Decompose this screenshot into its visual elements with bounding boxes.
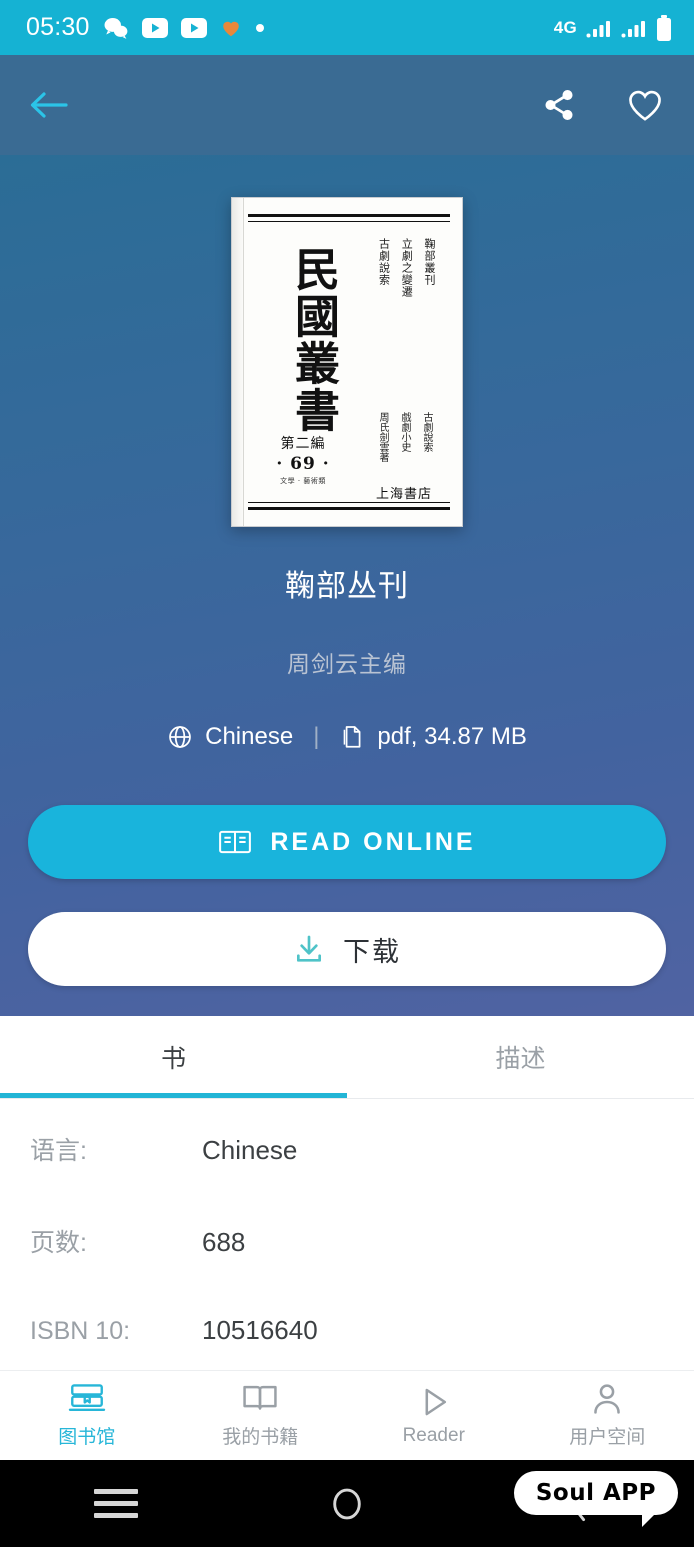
detail-key: ISBN 10: <box>30 1317 131 1345</box>
bottom-nav-user-space-label: 用户空间 <box>569 1427 646 1448</box>
bottom-nav-reader[interactable]: Reader <box>347 1385 521 1447</box>
bottom-nav-library[interactable]: 图书馆 <box>0 1382 174 1449</box>
open-book-icon <box>241 1382 279 1416</box>
cover-side-line: 鞠部叢刊 <box>423 238 436 286</box>
detail-value: 688 <box>202 1227 246 1257</box>
android-home-button[interactable] <box>231 1485 462 1523</box>
detail-row: 页数: 688 <box>30 1191 664 1283</box>
network-type: 4G <box>553 17 577 37</box>
cover-volume-category: 文學 · 藝術類 <box>280 477 326 485</box>
read-online-label: READ ONLINE <box>270 827 476 856</box>
book-meta-row: Chinese | pdf, 34.87 MB <box>0 723 694 751</box>
cover-side-line: 古劇說索 <box>377 238 391 286</box>
book-language: Chinese <box>167 723 293 751</box>
cover-publisher: 上海書店 <box>375 487 432 502</box>
detail-key: 页数: <box>30 1229 87 1257</box>
signal-icon <box>586 18 612 38</box>
heart-icon <box>220 17 242 39</box>
detail-row: ISBN 10: 10516640 <box>30 1283 664 1370</box>
globe-icon <box>167 724 193 750</box>
signal-icon <box>621 18 647 38</box>
book-details-list: 语言: Chinese 页数: 688 ISBN 10: 10516640 <box>0 1099 694 1370</box>
tab-book-label: 书 <box>160 1045 186 1073</box>
book-format: pdf, 34.87 MB <box>339 723 527 751</box>
detail-key: 语言: <box>30 1137 87 1165</box>
cover-rule-top-thin <box>248 221 450 222</box>
book-language-label: Chinese <box>205 723 294 750</box>
cover-rule-bottom-thin <box>248 502 450 503</box>
book-cover-container: 民國叢書 鞠部叢刊 立劇之變遷 古劇說索 古劇說索 戲劇小史 周氏劍雲著 上海書… <box>0 155 694 527</box>
book-author: 周剑云主编 <box>287 651 407 677</box>
tab-description[interactable]: 描述 <box>347 1016 694 1098</box>
cover-author-text: 古劇說索 戲劇小史 周氏劍雲著 <box>376 412 432 462</box>
cover-volume: 第二編 · 69 · 文學 · 藝術類 <box>266 433 340 486</box>
status-bar: 05:30 4G <box>0 0 694 55</box>
detail-row: 语言: Chinese <box>30 1099 664 1191</box>
play-triangle-icon <box>416 1385 452 1419</box>
cover-main-title: 民國叢書 <box>287 246 340 434</box>
book-hero: 民國叢書 鞠部叢刊 立劇之變遷 古劇說索 古劇說索 戲劇小史 周氏劍雲著 上海書… <box>0 155 694 1016</box>
soul-app-bubble[interactable]: Soul APP <box>513 1471 678 1527</box>
cover-spine <box>232 198 244 526</box>
bottom-nav-my-books-label: 我的书籍 <box>222 1427 299 1448</box>
app-bar-actions <box>542 88 664 122</box>
detail-value: 10516640 <box>202 1315 318 1345</box>
share-icon[interactable] <box>542 88 576 122</box>
cover-side-text: 鞠部叢刊 立劇之變遷 古劇說索 <box>377 238 437 298</box>
action-buttons: READ ONLINE 下载 <box>0 805 694 986</box>
android-recents-button[interactable] <box>0 1482 231 1525</box>
download-button[interactable]: 下载 <box>28 912 666 986</box>
favorite-heart-icon[interactable] <box>626 88 664 122</box>
cover-volume-series: 第二編 <box>280 436 326 452</box>
meta-separator: | <box>313 723 320 750</box>
library-books-icon <box>67 1382 107 1416</box>
video-icon <box>141 17 168 38</box>
bottom-navigation: 图书馆 我的书籍 Reader 用户空间 <box>0 1370 694 1460</box>
tab-book[interactable]: 书 <box>0 1016 347 1098</box>
book-format-label: pdf, 34.87 MB <box>377 723 527 750</box>
cover-author-line: 周氏劍雲著 <box>377 412 388 462</box>
read-online-button[interactable]: READ ONLINE <box>28 805 666 879</box>
book-title: 鞠部丛刊 <box>285 570 409 603</box>
wechat-icon <box>103 15 129 41</box>
video-icon <box>180 17 207 38</box>
download-label: 下载 <box>343 936 401 967</box>
bottom-nav-my-books[interactable]: 我的书籍 <box>174 1382 348 1449</box>
cover-author-line: 古劇說索 <box>421 412 432 452</box>
book-cover-image: 民國叢書 鞠部叢刊 立劇之變遷 古劇說索 古劇說索 戲劇小史 周氏劍雲著 上海書… <box>231 197 463 527</box>
bottom-nav-reader-label: Reader <box>402 1424 465 1446</box>
app-bar <box>0 55 694 155</box>
detail-value: Chinese <box>202 1135 298 1165</box>
phone-screen: 05:30 4G 民國叢書 鞠部叢刊 立劇之變遷 古劇說索 古劇說索 戲劇小史 … <box>0 0 694 1547</box>
person-icon <box>590 1382 624 1416</box>
bottom-nav-library-label: 图书馆 <box>58 1427 116 1448</box>
tab-description-label: 描述 <box>495 1045 546 1073</box>
status-time: 05:30 <box>26 13 90 41</box>
cover-author-line: 戲劇小史 <box>399 412 410 452</box>
status-bar-right: 4G <box>553 14 672 41</box>
cover-rule-bottom <box>248 507 450 510</box>
cover-side-line: 立劇之變遷 <box>400 238 414 298</box>
document-icon <box>339 724 365 750</box>
detail-tabs: 书 描述 <box>0 1016 694 1098</box>
hamburger-icon <box>93 1482 138 1525</box>
dot-icon <box>255 23 265 33</box>
battery-icon <box>656 14 672 41</box>
circle-home-icon <box>330 1485 364 1523</box>
status-bar-left: 05:30 <box>26 13 265 42</box>
cover-volume-number: · 69 · <box>276 454 330 474</box>
bottom-nav-user-space[interactable]: 用户空间 <box>521 1382 694 1449</box>
back-arrow-icon[interactable] <box>28 89 70 121</box>
cover-rule-top <box>248 214 450 217</box>
download-icon <box>293 933 325 965</box>
open-book-icon <box>218 828 252 856</box>
